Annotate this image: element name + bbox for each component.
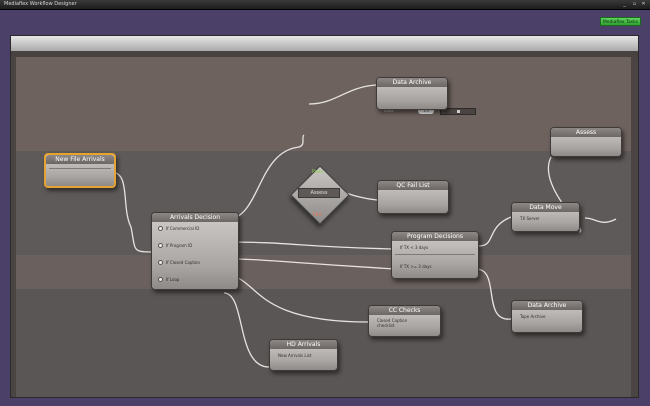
- node-title: Data Move: [512, 203, 579, 212]
- node-title: Arrivals Decision: [152, 213, 238, 222]
- node-title: Data Archive: [377, 78, 447, 87]
- output-label: If TX >= 3 days: [400, 264, 432, 269]
- output-port-icon[interactable]: [158, 260, 163, 265]
- node-body-text: TX Server: [520, 216, 540, 221]
- node-divider: [395, 254, 475, 255]
- node-data-archive[interactable]: Data Archive: [376, 77, 448, 110]
- mediaflex-tasks-button[interactable]: Mediaflex Tasks: [600, 17, 641, 26]
- node-body-text: New Arrivals List: [278, 353, 312, 358]
- output-port-icon[interactable]: [158, 243, 163, 248]
- zoom-slider-handle[interactable]: [457, 110, 460, 113]
- output-label: If Closed Caption: [166, 260, 201, 265]
- node-body-text: Tape Archive: [520, 314, 546, 319]
- node-title: Assess: [551, 128, 621, 137]
- node-assess[interactable]: Assess: [550, 127, 622, 157]
- workspace-header: [11, 36, 638, 52]
- output-port-icon[interactable]: [158, 226, 163, 231]
- workflow-workspace: Scale 1.0 New File Arrivals Arrivals Dec…: [10, 35, 639, 398]
- node-hd-arrivals[interactable]: HD Arrivals New Arrivals List: [269, 339, 338, 371]
- node-title: Program Decisions: [392, 232, 478, 241]
- node-title: HD Arrivals: [270, 340, 337, 349]
- node-title: QC Fail List: [378, 181, 448, 190]
- output-label: If Loop: [166, 277, 180, 282]
- node-program-decisions[interactable]: Program Decisions If TX < 3 days If TX >…: [391, 231, 479, 279]
- node-title: New File Arrivals: [46, 155, 114, 164]
- workflow-canvas[interactable]: Scale 1.0 New File Arrivals Arrivals Dec…: [16, 57, 631, 397]
- pass-output-label[interactable]: Pass: [312, 169, 323, 175]
- node-divider: [49, 168, 111, 169]
- fail-output-label[interactable]: Fail: [313, 212, 321, 218]
- assess-decision-label: Assess: [298, 188, 340, 198]
- minimize-icon[interactable]: _: [622, 2, 627, 7]
- workspace-right-edge: [631, 57, 638, 397]
- node-arrivals-decision[interactable]: Arrivals Decision If Commercial ID If Pr…: [151, 212, 239, 290]
- window-title: Mediaflex Workflow Designer: [4, 1, 77, 7]
- title-bar: Mediaflex Workflow Designer _ ▫ ✕: [0, 0, 650, 10]
- node-data-move[interactable]: Data Move TX Server: [511, 202, 580, 232]
- node-cc-checks[interactable]: CC Checks Closed Caption checklist: [368, 305, 441, 337]
- output-label: If Commercial ID: [166, 226, 200, 231]
- close-icon[interactable]: ✕: [641, 2, 646, 7]
- node-qc-fail-list[interactable]: QC Fail List: [377, 180, 449, 214]
- node-new-file-arrivals[interactable]: New File Arrivals: [44, 153, 116, 188]
- output-label: If TX < 3 days: [400, 245, 429, 250]
- output-port-icon[interactable]: [158, 277, 163, 282]
- output-label: If Program ID: [166, 243, 193, 248]
- node-title: CC Checks: [369, 306, 440, 315]
- node-data-archive-tape[interactable]: Data Archive Tape Archive: [511, 300, 583, 333]
- maximize-icon[interactable]: ▫: [632, 2, 637, 7]
- node-body-text: Closed Caption checklist: [377, 318, 408, 328]
- node-title: Data Archive: [512, 301, 582, 310]
